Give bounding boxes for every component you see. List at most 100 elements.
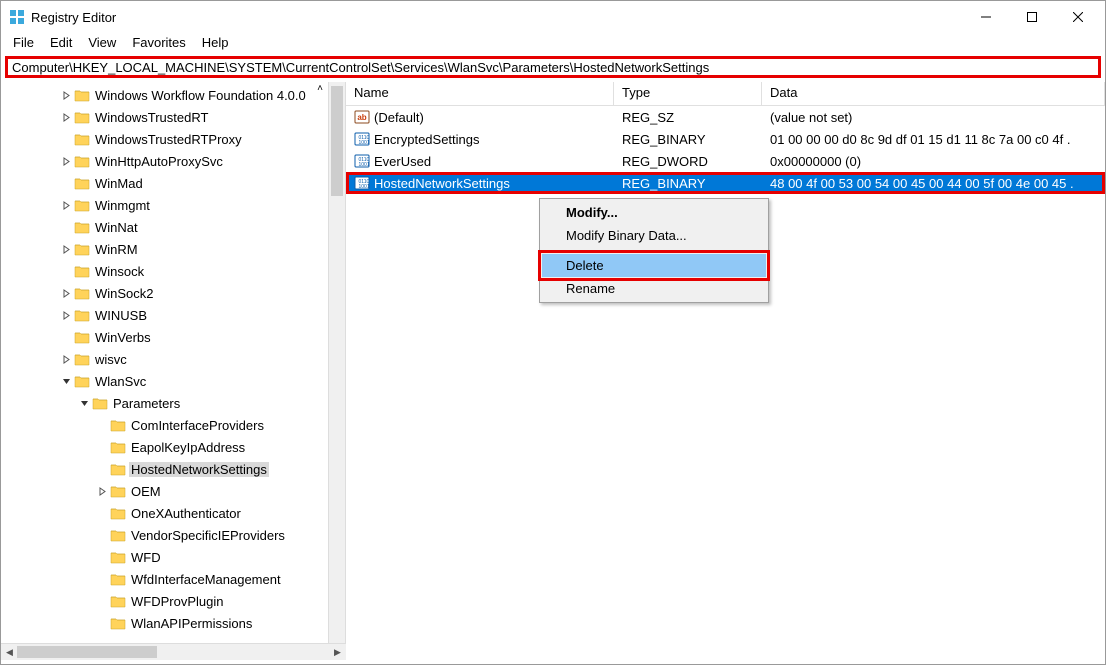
tree-item-label: HostedNetworkSettings: [129, 462, 269, 477]
svg-text:1001: 1001: [359, 140, 370, 146]
value-type: REG_DWORD: [614, 154, 762, 169]
binary-value-icon: 01101001: [354, 175, 370, 191]
tree-item[interactable]: ComInterfaceProviders: [1, 414, 345, 436]
tree-item[interactable]: WinMad: [1, 172, 345, 194]
tree-item-label: Windows Workflow Foundation 4.0.0: [93, 88, 308, 103]
expand-icon[interactable]: [59, 157, 73, 166]
tree-item-label: WfdInterfaceManagement: [129, 572, 283, 587]
expand-icon[interactable]: [59, 245, 73, 254]
tree-item[interactable]: Windows Workflow Foundation 4.0.0: [1, 84, 345, 106]
tree-item-label: WinRM: [93, 242, 140, 257]
menu-help[interactable]: Help: [194, 33, 237, 52]
string-value-icon: ab: [354, 109, 370, 125]
tree-item[interactable]: WindowsTrustedRTProxy: [1, 128, 345, 150]
context-menu-modify[interactable]: Modify...: [542, 201, 766, 224]
tree-item-label: Parameters: [111, 396, 182, 411]
tree-item[interactable]: Parameters: [1, 392, 345, 414]
tree-item-label: WinNat: [93, 220, 140, 235]
tree-scrollbar-vertical[interactable]: [328, 82, 345, 643]
context-menu-delete[interactable]: Delete: [542, 254, 766, 277]
values-panel: Name Type Data ab(Default)REG_SZ(value n…: [346, 82, 1105, 643]
expand-icon[interactable]: [59, 311, 73, 320]
window-title: Registry Editor: [31, 10, 963, 25]
tree-item-label: WindowsTrustedRT: [93, 110, 210, 125]
menu-view[interactable]: View: [80, 33, 124, 52]
tree-item[interactable]: WinSock2: [1, 282, 345, 304]
tree-item[interactable]: WindowsTrustedRT: [1, 106, 345, 128]
tree-item[interactable]: HostedNetworkSettings: [1, 458, 345, 480]
tree-item[interactable]: WlanAPIPermissions: [1, 612, 345, 634]
tree-item[interactable]: WfdInterfaceManagement: [1, 568, 345, 590]
expand-icon[interactable]: [59, 113, 73, 122]
tree-panel: Windows Workflow Foundation 4.0.0 Window…: [1, 82, 346, 643]
svg-text:1001: 1001: [359, 184, 370, 190]
tree-item[interactable]: EapolKeyIpAddress: [1, 436, 345, 458]
tree-item-label: WindowsTrustedRTProxy: [93, 132, 244, 147]
context-menu-rename[interactable]: Rename: [542, 277, 766, 300]
context-menu-modify-binary[interactable]: Modify Binary Data...: [542, 224, 766, 247]
tree-item-label: VendorSpecificIEProviders: [129, 528, 287, 543]
tree-scrollbar-horizontal[interactable]: ◀▶: [1, 643, 346, 660]
menu-file[interactable]: File: [5, 33, 42, 52]
value-name: (Default): [374, 110, 424, 125]
tree-item-label: EapolKeyIpAddress: [129, 440, 247, 455]
tree-item-label: WINUSB: [93, 308, 149, 323]
close-button[interactable]: [1055, 2, 1101, 32]
value-row[interactable]: ab(Default)REG_SZ(value not set): [346, 106, 1105, 128]
menu-favorites[interactable]: Favorites: [124, 33, 193, 52]
menu-edit[interactable]: Edit: [42, 33, 80, 52]
minimize-button[interactable]: [963, 2, 1009, 32]
value-row[interactable]: 01101001EverUsedREG_DWORD0x00000000 (0): [346, 150, 1105, 172]
binary-value-icon: 01101001: [354, 153, 370, 169]
tree-item[interactable]: WFDProvPlugin: [1, 590, 345, 612]
tree-item-label: Winsock: [93, 264, 146, 279]
tree-item[interactable]: WinVerbs: [1, 326, 345, 348]
value-data: 01 00 00 00 d0 8c 9d df 01 15 d1 11 8c 7…: [762, 132, 1105, 147]
tree-item-label: WinSock2: [93, 286, 156, 301]
tree-item[interactable]: wisvc: [1, 348, 345, 370]
tree-item-label: WFDProvPlugin: [129, 594, 225, 609]
tree-item[interactable]: OneXAuthenticator: [1, 502, 345, 524]
expand-icon[interactable]: [59, 201, 73, 210]
tree-item[interactable]: Winmgmt: [1, 194, 345, 216]
list-header: Name Type Data: [346, 82, 1105, 106]
tree-item[interactable]: Winsock: [1, 260, 345, 282]
address-bar[interactable]: [5, 56, 1101, 78]
value-row[interactable]: 01101001HostedNetworkSettingsREG_BINARY4…: [346, 172, 1105, 194]
value-row[interactable]: 01101001 EncryptedSettings REG_BINARY01 00…: [346, 128, 1105, 150]
expand-icon[interactable]: [95, 487, 109, 496]
column-type[interactable]: Type: [614, 82, 762, 105]
value-type: REG_BINARY: [614, 132, 762, 147]
app-icon: [9, 9, 25, 25]
binary-value-icon: 01101001: [354, 131, 370, 147]
expand-icon[interactable]: [59, 289, 73, 298]
tree-item[interactable]: WFD: [1, 546, 345, 568]
menu-bar: File Edit View Favorites Help: [1, 33, 1105, 53]
context-menu: Modify... Modify Binary Data... Delete R…: [539, 198, 769, 303]
tree-item[interactable]: OEM: [1, 480, 345, 502]
tree-item[interactable]: WlanSvc: [1, 370, 345, 392]
value-name: HostedNetworkSettings: [374, 176, 510, 191]
tree-item-label: WinVerbs: [93, 330, 153, 345]
collapse-icon[interactable]: [77, 399, 91, 408]
tree-item[interactable]: VendorSpecificIEProviders: [1, 524, 345, 546]
expand-icon[interactable]: [59, 91, 73, 100]
expand-icon[interactable]: [59, 355, 73, 364]
tree-item[interactable]: WinNat: [1, 216, 345, 238]
tree-item-label: WlanAPIPermissions: [129, 616, 254, 631]
tree-item-label: ComInterfaceProviders: [129, 418, 266, 433]
value-type: REG_SZ: [614, 110, 762, 125]
column-data[interactable]: Data: [762, 82, 1105, 105]
column-name[interactable]: Name: [346, 82, 614, 105]
value-data: 0x00000000 (0): [762, 154, 1105, 169]
svg-text:1001: 1001: [359, 162, 370, 168]
context-menu-separator: [544, 250, 764, 251]
tree-item[interactable]: WinRM: [1, 238, 345, 260]
collapse-icon[interactable]: [59, 377, 73, 386]
tree-item-label: OneXAuthenticator: [129, 506, 243, 521]
maximize-button[interactable]: [1009, 2, 1055, 32]
tree-item[interactable]: WINUSB: [1, 304, 345, 326]
value-data: 48 00 4f 00 53 00 54 00 45 00 44 00 5f 0…: [762, 176, 1105, 191]
value-name: EncryptedSettings: [374, 132, 480, 147]
tree-item[interactable]: WinHttpAutoProxySvc: [1, 150, 345, 172]
